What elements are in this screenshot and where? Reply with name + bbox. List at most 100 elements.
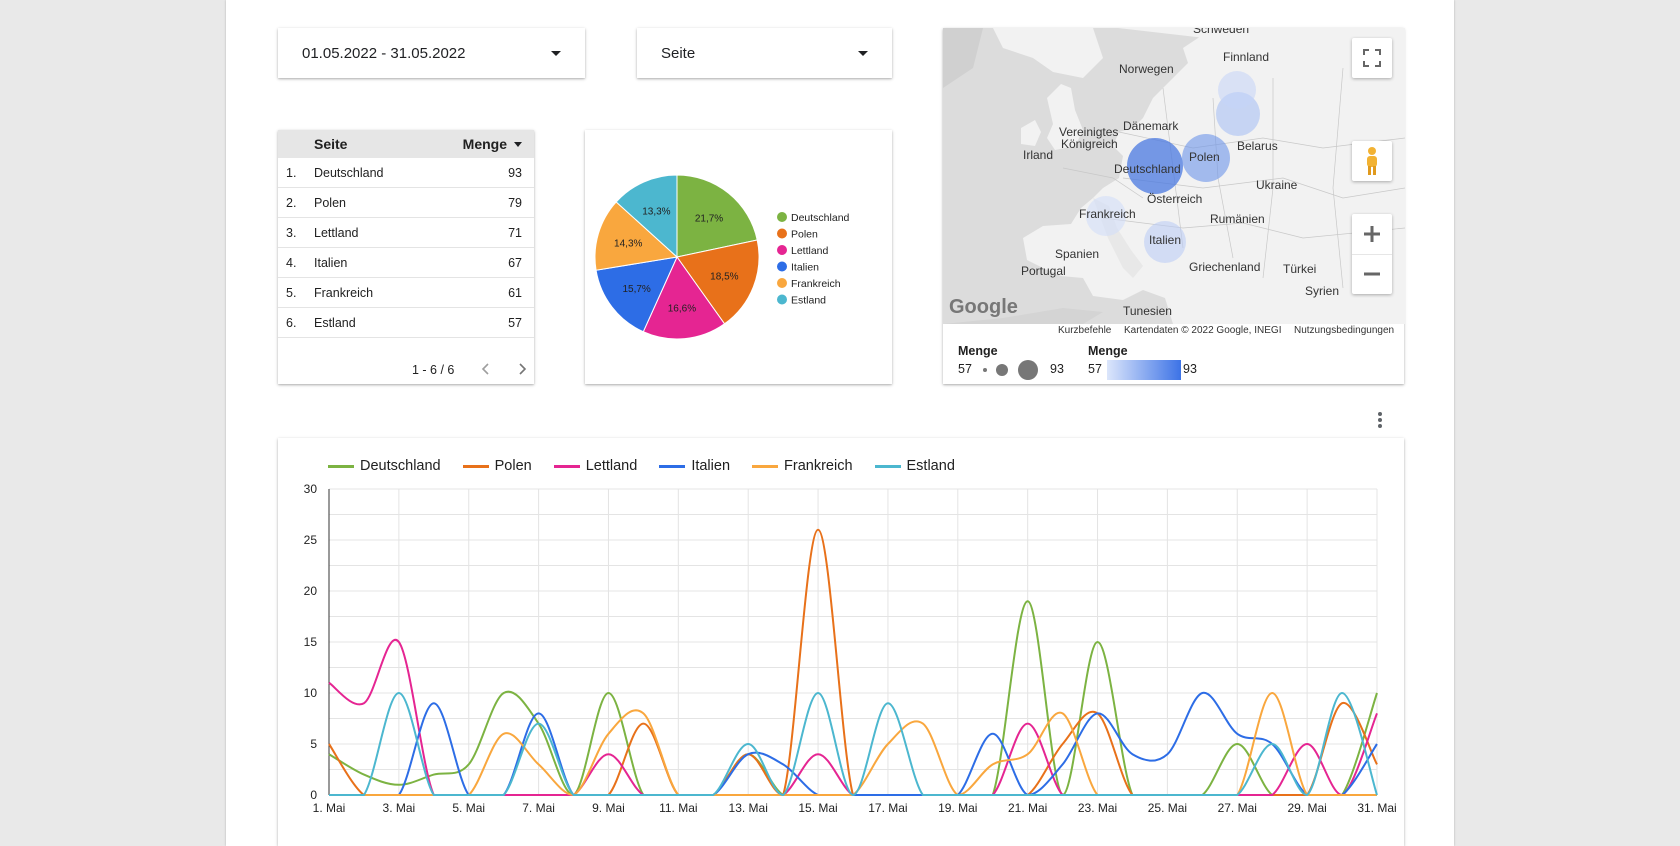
zoom-controls bbox=[1352, 214, 1392, 294]
x-tick-label: 29. Mai bbox=[1287, 801, 1326, 815]
map-label-tuerkei: Türkei bbox=[1283, 262, 1317, 276]
row-value: 79 bbox=[508, 196, 522, 210]
pie-legend-label[interactable]: Deutschland bbox=[791, 212, 850, 224]
map-label-daenemark: Dänemark bbox=[1123, 119, 1179, 133]
terms-link[interactable]: Nutzungsbedingungen bbox=[1294, 325, 1394, 336]
x-tick-label: 27. Mai bbox=[1218, 801, 1257, 815]
pegman-icon bbox=[1367, 147, 1377, 175]
y-tick-label: 5 bbox=[310, 737, 317, 751]
table-row[interactable]: 5. Frankreich 61 bbox=[278, 278, 534, 308]
map-label-belarus: Belarus bbox=[1237, 139, 1278, 153]
x-tick-label: 25. Mai bbox=[1148, 801, 1187, 815]
pie-slice-label: 18,5% bbox=[710, 271, 738, 282]
y-tick-label: 25 bbox=[304, 533, 318, 547]
size-legend-max: 93 bbox=[1050, 362, 1064, 376]
table-row[interactable]: 3. Lettland 71 bbox=[278, 218, 534, 248]
zoom-out-button[interactable] bbox=[1352, 255, 1392, 295]
pie-chart: 21,7% 18,5% 16,6% 15,7% 14,3% 13,3% Deutschlan… bbox=[594, 174, 850, 340]
map-label-spanien: Spanien bbox=[1055, 247, 1100, 261]
row-value: 71 bbox=[508, 226, 522, 240]
pie-slice-label: 16,6% bbox=[668, 304, 696, 315]
series-line-lettland[interactable] bbox=[328, 638, 1378, 797]
row-value: 57 bbox=[508, 316, 522, 330]
pie-legend-label[interactable]: Estland bbox=[791, 295, 826, 307]
table-row[interactable]: 6. Estland 57 bbox=[278, 308, 534, 338]
row-country: Italien bbox=[314, 256, 348, 270]
table-row[interactable]: 4. Italien 67 bbox=[278, 248, 534, 278]
row-value: 61 bbox=[508, 286, 522, 300]
x-tick-label: 23. Mai bbox=[1078, 801, 1117, 815]
pie-legend-dot bbox=[777, 228, 787, 239]
size-legend-min: 57 bbox=[958, 362, 972, 376]
plus-icon bbox=[1364, 225, 1380, 242]
table-row[interactable]: 1. Deutschland 93 bbox=[278, 158, 534, 188]
column-header-seite[interactable]: Seite bbox=[314, 136, 347, 152]
size-legend-medium-dot bbox=[996, 364, 1008, 376]
minus-icon bbox=[1364, 272, 1380, 276]
date-range-dropdown[interactable]: 01.05.2022 - 31.05.2022 bbox=[278, 28, 585, 78]
pie-slice-label: 14,3% bbox=[614, 239, 642, 250]
row-country: Lettland bbox=[314, 226, 359, 240]
color-legend-max: 93 bbox=[1183, 362, 1197, 376]
column-header-menge-label: Menge bbox=[462, 136, 507, 152]
map-label-syrien: Syrien bbox=[1305, 284, 1340, 298]
map-footer: Kurzbefehle Kartendaten © 2022 Google, I… bbox=[943, 324, 1405, 338]
map-legend: Menge 57 93 Menge 57 93 bbox=[943, 340, 1405, 390]
geo-map[interactable]: Schweden Finnland Norwegen Dänemark Vere… bbox=[943, 28, 1405, 324]
size-legend-large-dot bbox=[1018, 360, 1038, 380]
map-label-tunesien: Tunesien bbox=[1123, 304, 1172, 318]
pie-legend-dot bbox=[777, 245, 787, 255]
pie-legend-label[interactable]: Lettland bbox=[791, 245, 829, 257]
date-range-value: 01.05.2022 - 31.05.2022 bbox=[302, 44, 466, 62]
map-label-italien: Italien bbox=[1149, 233, 1182, 247]
row-value: 67 bbox=[508, 256, 522, 270]
pie-legend-label[interactable]: Polen bbox=[791, 229, 818, 241]
dimension-filter-dropdown[interactable]: Seite bbox=[637, 28, 892, 78]
bubble-estland bbox=[1218, 71, 1256, 109]
map-label-ukraine: Ukraine bbox=[1256, 178, 1298, 192]
row-value: 93 bbox=[508, 166, 522, 180]
row-country: Frankreich bbox=[314, 286, 374, 300]
row-country: Polen bbox=[314, 196, 346, 210]
chart-menu-button[interactable] bbox=[1374, 410, 1386, 428]
row-index: 4. bbox=[286, 256, 297, 270]
keyboard-shortcuts-link[interactable]: Kurzbefehle bbox=[1058, 325, 1111, 336]
pie-legend-dot bbox=[777, 212, 787, 222]
color-legend-min: 57 bbox=[1088, 362, 1102, 376]
map-label-deutschland: Deutschland bbox=[1114, 162, 1181, 176]
time-series-card: Deutschland Polen Lettland Italien Frank… bbox=[278, 438, 1404, 846]
size-legend-title: Menge bbox=[958, 344, 998, 358]
series-line-polen[interactable] bbox=[328, 528, 1378, 797]
map-data-attribution: Kartendaten © 2022 Google, INEGI bbox=[1124, 325, 1282, 336]
x-tick-label: 21. Mai bbox=[1008, 801, 1047, 815]
zoom-in-button[interactable] bbox=[1352, 214, 1392, 255]
dimension-filter-value: Seite bbox=[661, 44, 696, 62]
x-tick-label: 5. Mai bbox=[452, 801, 485, 815]
table-row[interactable]: 2. Polen 79 bbox=[278, 188, 534, 218]
pagination-range: 1 - 6 / 6 bbox=[412, 363, 455, 377]
column-header-menge[interactable]: Menge bbox=[463, 136, 522, 152]
x-tick-label: 15. Mai bbox=[798, 801, 837, 815]
geo-map-card: Schweden Finnland Norwegen Dänemark Vere… bbox=[943, 28, 1405, 384]
row-index: 5. bbox=[286, 286, 297, 300]
pie-legend-label[interactable]: Italien bbox=[791, 262, 819, 274]
pie-slice-label: 13,3% bbox=[642, 207, 670, 218]
row-index: 1. bbox=[286, 166, 297, 180]
map-label-vk2: Königreich bbox=[1061, 137, 1118, 151]
color-legend-title: Menge bbox=[1088, 344, 1128, 358]
x-tick-label: 9. Mai bbox=[592, 801, 625, 815]
x-tick-label: 3. Mai bbox=[383, 801, 416, 815]
sort-desc-icon bbox=[514, 141, 522, 147]
y-tick-label: 30 bbox=[304, 482, 318, 496]
pie-legend-label[interactable]: Frankreich bbox=[791, 278, 841, 290]
series-line-deutschland[interactable] bbox=[328, 600, 1378, 797]
kebab-dot-icon bbox=[1378, 418, 1382, 422]
fullscreen-button[interactable] bbox=[1352, 38, 1392, 78]
chevron-left-icon[interactable] bbox=[478, 361, 494, 377]
map-label-schweden: Schweden bbox=[1193, 28, 1250, 36]
map-label-polen: Polen bbox=[1189, 150, 1220, 164]
kebab-dot-icon bbox=[1378, 412, 1382, 416]
pegman-button[interactable] bbox=[1352, 141, 1392, 181]
chevron-right-icon[interactable] bbox=[514, 361, 530, 377]
row-country: Deutschland bbox=[314, 166, 384, 180]
